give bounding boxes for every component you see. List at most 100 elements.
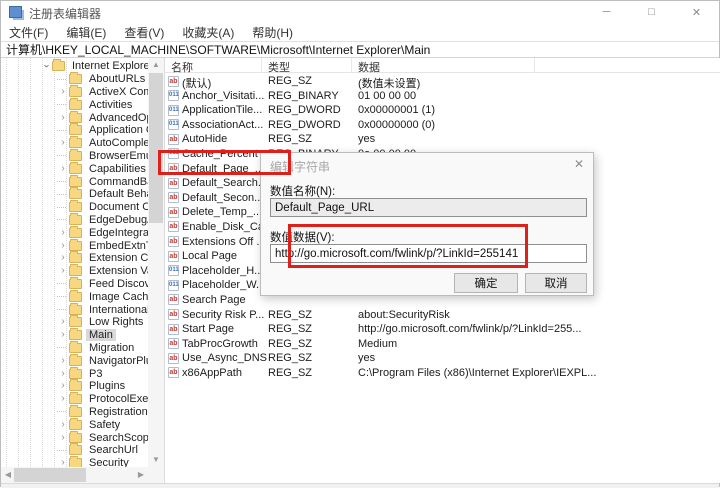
value-data: 01 00 00 00 (358, 90, 416, 102)
registry-value-row[interactable]: ab(默认)REG_SZ(数值未设置) (165, 74, 720, 89)
tree-item[interactable]: ›Extension Cor (1, 252, 148, 265)
tree-item[interactable]: ›EmbedExtnTo (1, 239, 148, 252)
folder-icon (69, 279, 82, 289)
chevron-collapsed-icon[interactable]: › (57, 369, 69, 379)
registry-value-row[interactable]: 011AssociationAct...REG_DWORD0x00000000 … (165, 118, 720, 133)
tree-item[interactable]: ›Security (1, 457, 148, 467)
tree-item[interactable]: ›P3 (1, 367, 148, 380)
tree-item[interactable]: ›Safety (1, 418, 148, 431)
menu-item[interactable]: 查看(V) (124, 24, 164, 41)
tree-item[interactable]: ›SearchScope (1, 431, 148, 444)
menu-item[interactable]: 编辑(E) (66, 24, 106, 41)
tree-item-label: International (86, 304, 148, 316)
chevron-collapsed-icon[interactable]: › (57, 381, 69, 391)
menu-item[interactable]: 帮助(H) (252, 24, 293, 41)
ok-button[interactable]: 确定 (454, 273, 518, 293)
tree-item[interactable]: EdgeDebugA (1, 214, 148, 227)
tree-item[interactable]: CommandBar (1, 175, 148, 188)
scroll-down-icon[interactable]: ▼ (148, 453, 164, 467)
registry-value-row[interactable]: abStart PageREG_SZhttp://go.microsoft.co… (165, 322, 720, 337)
registry-value-row[interactable]: abSecurity Risk P...REG_SZabout:Security… (165, 308, 720, 323)
registry-value-row[interactable]: abx86AppPathREG_SZC:\Program Files (x86)… (165, 366, 720, 381)
chevron-collapsed-icon[interactable]: › (57, 356, 69, 366)
string-value-icon: ab (168, 221, 179, 232)
tree-item[interactable]: ›AdvancedOpt (1, 111, 148, 124)
tree-item[interactable]: ›Plugins (1, 380, 148, 393)
string-value-icon: ab (168, 367, 179, 378)
chevron-collapsed-icon[interactable]: › (57, 317, 69, 327)
maximize-button[interactable]: □ (629, 1, 674, 23)
tree-item[interactable]: Activities (1, 98, 148, 111)
tree-item[interactable]: ›Capabilities (1, 162, 148, 175)
chevron-collapsed-icon[interactable]: › (57, 266, 69, 276)
scrollbar-corner (148, 467, 164, 483)
chevron-expanded-icon[interactable]: › (41, 60, 51, 72)
chevron-collapsed-icon[interactable]: › (57, 241, 69, 251)
minimize-button[interactable]: ─ (584, 1, 629, 23)
column-header-name[interactable]: 名称 (171, 59, 193, 75)
dialog-close-icon[interactable]: ✕ (574, 157, 584, 171)
tree-item[interactable]: International (1, 303, 148, 316)
tree-item[interactable]: Image Cachin (1, 290, 148, 303)
string-value-icon: ab (168, 163, 179, 174)
edit-string-dialog: 编辑字符串 ✕ 数值名称(N): Default_Page_URL 数值数据(V… (260, 152, 594, 296)
tree-item[interactable]: ›Extension Val (1, 265, 148, 278)
registry-value-row[interactable]: 011Anchor_Visitati...REG_BINARY01 00 00 … (165, 89, 720, 104)
tree-item[interactable]: ›AutoComplet (1, 137, 148, 150)
column-header-type[interactable]: 类型 (268, 59, 290, 75)
dialog-title: 编辑字符串 (270, 158, 330, 175)
tree-vertical-scrollbar[interactable]: ▲ ▼ (148, 58, 164, 467)
value-data-input[interactable]: http://go.microsoft.com/fwlink/p/?LinkId… (270, 244, 587, 263)
tree-item[interactable]: Default Behav (1, 188, 148, 201)
registry-value-row[interactable]: abTabProcGrowthREG_SZMedium (165, 337, 720, 352)
value-type: REG_SZ (268, 75, 312, 87)
menu-item[interactable]: 收藏夹(A) (182, 24, 234, 41)
chevron-collapsed-icon[interactable]: › (57, 113, 69, 123)
registry-value-row[interactable]: abAutoHideREG_SZyes (165, 132, 720, 147)
menu-item[interactable]: 文件(F) (9, 24, 48, 41)
chevron-collapsed-icon[interactable]: › (57, 433, 69, 443)
chevron-collapsed-icon[interactable]: › (57, 138, 69, 148)
tree-item[interactable]: ›ProtocolExec (1, 393, 148, 406)
tree-connector (57, 450, 66, 451)
tree-item[interactable]: ›Main (1, 329, 148, 342)
address-bar[interactable]: 计算机\HKEY_LOCAL_MACHINE\SOFTWARE\Microsof… (1, 41, 719, 58)
chevron-collapsed-icon[interactable]: › (57, 164, 69, 174)
tree-horizontal-scrollbar[interactable]: ◀ ▶ (1, 467, 148, 483)
tree-item[interactable]: AboutURLs (1, 73, 148, 86)
chevron-collapsed-icon[interactable]: › (57, 394, 69, 404)
column-header-data[interactable]: 数据 (358, 59, 380, 75)
tree-item[interactable]: Migration (1, 342, 148, 355)
cancel-button[interactable]: 取消 (525, 273, 587, 293)
horizontal-scroll-thumb[interactable] (14, 468, 86, 482)
close-button[interactable]: ✕ (674, 1, 719, 23)
tree-item[interactable]: ›Low Rights (1, 316, 148, 329)
vertical-scroll-thumb[interactable] (149, 73, 163, 223)
registry-value-row[interactable]: 011ApplicationTile...REG_DWORD0x00000001… (165, 103, 720, 118)
scroll-left-icon[interactable]: ◀ (1, 467, 15, 483)
tree-item[interactable]: Application C (1, 124, 148, 137)
tree-item[interactable]: Registration (1, 406, 148, 419)
chevron-collapsed-icon[interactable]: › (57, 87, 69, 97)
window-controls: ─ □ ✕ (584, 1, 719, 23)
tree-item[interactable]: Document Ca (1, 201, 148, 214)
chevron-collapsed-icon[interactable]: › (57, 458, 69, 467)
tree-item[interactable]: BrowserEmula (1, 150, 148, 163)
chevron-collapsed-icon[interactable]: › (57, 253, 69, 263)
chevron-collapsed-icon[interactable]: › (57, 330, 69, 340)
tree-item[interactable]: ›NavigatorPlu (1, 354, 148, 367)
tree-item[interactable]: ›EdgeIntegrati (1, 226, 148, 239)
tree-item[interactable]: SearchUrl (1, 444, 148, 457)
binary-value-icon: 011 (168, 105, 179, 116)
tree-item[interactable]: ›Internet Explore (1, 60, 148, 73)
tree-item[interactable]: ›ActiveX Comp (1, 86, 148, 99)
scroll-right-icon[interactable]: ▶ (134, 467, 148, 483)
registry-tree-pane: ›Internet ExploreAboutURLs›ActiveX CompA… (1, 58, 148, 467)
registry-value-row[interactable]: abUse_Async_DNSREG_SZyes (165, 351, 720, 366)
tree-item[interactable]: Feed Discove (1, 278, 148, 291)
scroll-up-icon[interactable]: ▲ (148, 58, 164, 72)
chevron-collapsed-icon[interactable]: › (57, 420, 69, 430)
value-name-input[interactable]: Default_Page_URL (270, 198, 587, 217)
value-data: yes (358, 352, 375, 364)
chevron-collapsed-icon[interactable]: › (57, 228, 69, 238)
